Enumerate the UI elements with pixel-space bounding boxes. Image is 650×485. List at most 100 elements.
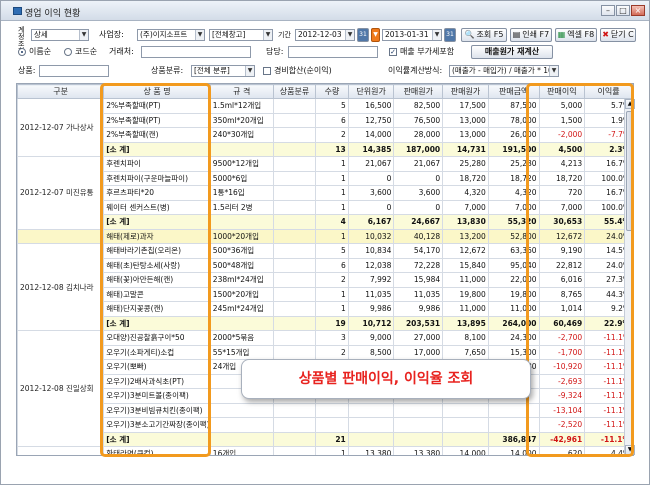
maximize-button[interactable]: □ (616, 5, 630, 16)
cell-cat (272, 315, 317, 331)
cell-unit (347, 431, 395, 447)
warehouse-select[interactable]: [전체창고] ▼ (209, 29, 273, 41)
cell-qty: 3 (315, 330, 349, 346)
cell-unit: 0 (347, 170, 395, 186)
cell-cost: 11,035 (393, 286, 444, 302)
cell-spec: 1.5ml*12개입 (209, 98, 274, 114)
cell-unit (347, 402, 395, 418)
cell-cat (272, 243, 317, 259)
column-header[interactable]: 수량 (315, 84, 349, 99)
cell-qty: 1 (315, 156, 349, 172)
chevron-down-icon: ▼ (245, 66, 254, 76)
minimize-button[interactable]: – (601, 5, 615, 16)
cell-unit: 10,032 (347, 228, 395, 244)
window-title: 영업 이익 현황 (25, 9, 81, 19)
chevron-down-icon: ▼ (549, 66, 558, 76)
cell-cost: 21,067 (393, 156, 444, 172)
report-type-select[interactable]: 상세 ▼ (31, 29, 89, 41)
cell-pcost: 14,000 (442, 446, 489, 455)
cell-cat (272, 301, 317, 317)
cell-spec (209, 315, 274, 331)
cell-cat (272, 214, 317, 230)
cell-cat (272, 141, 317, 157)
cell-pcost: 7,650 (442, 344, 489, 360)
cell-cat (272, 185, 317, 201)
recalculate-cost-button[interactable]: 매출원가 재계산 (471, 45, 553, 59)
cell-qty: 21 (315, 431, 349, 447)
period-label: 기간 (278, 31, 291, 39)
excel-button[interactable]: ▦ 엑셀 F8 (555, 28, 597, 42)
cell-qty: 1 (315, 301, 349, 317)
cell-spec: 238ml*24개입 (209, 272, 274, 288)
cell-unit: 11,035 (347, 286, 395, 302)
column-header[interactable]: 판매원가 (393, 84, 444, 99)
chevron-down-icon: ▼ (263, 30, 272, 40)
cell-spec (209, 214, 274, 230)
category-select[interactable]: [전체 분류] ▼ (191, 65, 255, 77)
calendar-to-icon[interactable]: 31 (444, 28, 456, 42)
close-icon: ✖ (602, 30, 609, 39)
cell-unit: 14,000 (347, 127, 395, 143)
cell-unit: 0 (347, 199, 395, 215)
cell-cost: 0 (393, 199, 444, 215)
cell-unit (347, 417, 395, 433)
cell-spec: 350ml*20개입 (209, 112, 274, 128)
cell-qty: 5 (315, 98, 349, 114)
close-window-button[interactable]: × (631, 5, 645, 16)
client-input[interactable] (141, 46, 251, 58)
column-header[interactable]: 상품분류 (272, 84, 317, 99)
column-header[interactable]: 단위원가 (347, 84, 395, 99)
sort-by-code-radio[interactable] (64, 48, 72, 56)
cell-spec: 500*48개입 (209, 257, 274, 273)
cell-cost: 76,500 (393, 112, 444, 128)
cell-cat (272, 431, 317, 447)
cell-qty: 6 (315, 257, 349, 273)
search-button[interactable]: 🔍 조회 F5 (461, 28, 507, 42)
column-header[interactable]: 구분 (17, 84, 105, 99)
cell-cat (272, 170, 317, 186)
column-header[interactable]: 판매원가 (442, 84, 489, 99)
cell-pcost: 13,000 (442, 112, 489, 128)
company-label: 사업장: (99, 30, 124, 39)
company-select[interactable]: (주)이지소프트 ▼ (137, 29, 205, 41)
column-header[interactable]: 규 격 (209, 84, 274, 99)
cell-cost: 15,984 (393, 272, 444, 288)
cell-cost: 72,228 (393, 257, 444, 273)
cell-unit: 13,380 (347, 446, 395, 455)
expense-include-label: 경비합산(순이익) (274, 66, 332, 75)
cell-qty: 2 (315, 127, 349, 143)
cell-spec: 1통*16입 (209, 185, 274, 201)
group-cell (17, 446, 105, 455)
sort-by-name-label: 이름순 (29, 47, 52, 56)
cell-spec: 500*36개입 (209, 243, 274, 259)
cell-pcost: 13,200 (442, 228, 489, 244)
print-button[interactable]: ▤ 인쇄 F7 (510, 28, 552, 42)
vat-include-checkbox[interactable]: ✓ (389, 48, 397, 56)
cell-pcost: 13,895 (442, 315, 489, 331)
calendar-from-icon[interactable]: 31 (357, 28, 369, 42)
cell-cost: 27,000 (393, 330, 444, 346)
cell-pcost: 15,840 (442, 257, 489, 273)
cell-unit: 8,500 (347, 344, 395, 360)
manager-input[interactable] (288, 46, 378, 58)
cell-qty: 5 (315, 243, 349, 259)
cell-qty: 2 (315, 272, 349, 288)
cell-pcost: 19,800 (442, 286, 489, 302)
excel-icon: ▦ (557, 30, 566, 39)
product-input[interactable] (39, 65, 109, 77)
cell-cat (272, 446, 317, 455)
close-button[interactable]: ✖ 닫기 C (600, 28, 636, 42)
app-icon (13, 7, 22, 15)
cell-qty (315, 402, 349, 418)
cell-unit: 10,712 (347, 315, 395, 331)
cell-cost: 203,531 (393, 315, 444, 331)
date-from-input[interactable]: 2012-12-03 ▼ (295, 29, 355, 41)
sort-by-name-radio[interactable] (18, 48, 26, 56)
expense-include-checkbox[interactable] (263, 67, 271, 75)
date-toggle-button[interactable]: ▼ (371, 28, 380, 42)
formula-select[interactable]: (매출가 - 매입가) / 매출가 * 100% ▼ (449, 65, 559, 77)
cell-pcost: 11,000 (442, 272, 489, 288)
manager-label: 담당: (266, 47, 284, 56)
cell-spec: 5000*6입 (209, 170, 274, 186)
date-to-input[interactable]: 2013-01-31 ▼ (382, 29, 442, 41)
